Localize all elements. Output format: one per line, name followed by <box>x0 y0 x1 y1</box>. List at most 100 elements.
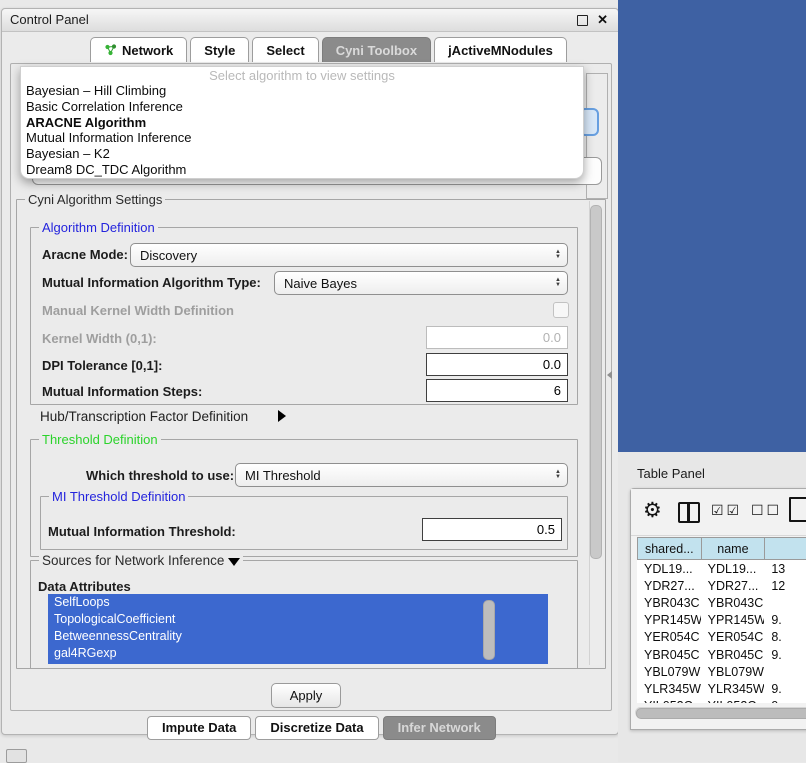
table-cell: YBR043C <box>701 594 765 611</box>
table-cell: 9. <box>764 612 806 629</box>
spinner-arrows-icon: ▲▼ <box>555 278 561 288</box>
aracne-mode-label: Aracne Mode: <box>42 247 128 262</box>
table-hscrollbar-thumb[interactable] <box>636 708 806 719</box>
table-cell: YIL052C <box>701 698 765 704</box>
collapse-down-icon <box>228 558 240 566</box>
mi-threshold-input[interactable]: 0.5 <box>422 518 562 541</box>
table-toolbar: ⚙ ☑☑ ☐☐ <box>631 489 806 536</box>
table-hscrollbar-track[interactable] <box>635 707 806 718</box>
manual-kernel-label: Manual Kernel Width Definition <box>42 303 234 318</box>
table-row[interactable]: YLR345WYLR345W9. <box>637 680 806 697</box>
mi-threshold-label: Mutual Information Threshold: <box>48 524 236 539</box>
tab-cyni-toolbox[interactable]: Cyni Toolbox <box>322 37 431 62</box>
bottom-tab-infer-network[interactable]: Infer Network <box>383 716 496 740</box>
algorithm-option[interactable]: Dream8 DC_TDC Algorithm <box>21 162 583 178</box>
aracne-mode-combobox[interactable]: Discovery ▲▼ <box>130 243 568 267</box>
dpi-tolerance-input[interactable]: 0.0 <box>426 353 568 376</box>
attribute-list-item[interactable]: TopologicalCoefficient <box>48 611 548 628</box>
control-panel-window: Control Panel ✕ NetworkStyleSelectCyni T… <box>1 8 619 735</box>
table-cell: YDR27... <box>701 577 765 594</box>
algorithm-option[interactable]: Bayesian – Hill Climbing <box>21 83 583 99</box>
tab-style[interactable]: Style <box>190 37 249 62</box>
table-cell: YBL079W <box>637 663 701 680</box>
control-panel-tabs: NetworkStyleSelect Cyni Toolbox jActiveMNo… <box>90 37 567 63</box>
which-threshold-label: Which threshold to use: <box>86 468 234 483</box>
close-icon[interactable]: ✕ <box>597 12 608 28</box>
column-header[interactable] <box>764 537 806 560</box>
deselect-all-checkboxes-icon[interactable]: ☐☐ <box>751 502 782 519</box>
table-cell <box>764 594 806 611</box>
spinner-arrows-icon: ▲▼ <box>555 250 561 260</box>
data-attributes-list[interactable]: SelfLoopsTopologicalCoefficientBetweenne… <box>48 594 548 664</box>
table-cell: YDL19... <box>637 560 701 577</box>
cyni-bottom-tabs: Impute DataDiscretize DataInfer Network <box>147 716 496 740</box>
select-all-checkboxes-icon[interactable]: ☑☑ <box>711 502 742 519</box>
table-cell: 9. <box>764 646 806 663</box>
table-cell: YBR043C <box>637 594 701 611</box>
mi-type-combobox[interactable]: Naive Bayes ▲▼ <box>274 271 568 295</box>
table-cell: YDL19... <box>701 560 765 577</box>
algorithm-option[interactable]: ARACNE Algorithm <box>21 115 583 131</box>
cytoscape-desktop: GAL80GAL10GAL1GAL11SWI4GAL4GCY1HAP4YHAP2… <box>618 0 806 452</box>
table-cell: YBR045C <box>701 646 765 663</box>
tab-select[interactable]: Select <box>252 37 318 62</box>
table-row[interactable]: YBL079WYBL079W <box>637 663 806 680</box>
screen: Control Panel ✕ NetworkStyleSelectCyni T… <box>0 0 806 762</box>
tab-network[interactable]: Network <box>90 37 187 62</box>
table-row[interactable]: YBR045CYBR045C9. <box>637 646 806 663</box>
table-cell: YDR27... <box>637 577 701 594</box>
export-table-icon[interactable] <box>789 497 806 522</box>
table-row[interactable]: YDL19...YDL19...13 <box>637 560 806 577</box>
which-threshold-combobox[interactable]: MI Threshold ▲▼ <box>235 463 568 487</box>
hub-definition-expander-label[interactable]: Hub/Transcription Factor Definition <box>40 409 248 424</box>
gear-icon[interactable]: ⚙ <box>643 498 662 523</box>
bottom-tab-discretize-data[interactable]: Discretize Data <box>255 716 378 740</box>
minimized-panel-icon[interactable] <box>6 749 27 763</box>
network-icon <box>104 43 117 59</box>
attribute-list-item[interactable]: SelfLoops <box>48 594 548 611</box>
tab-label: Cyni Toolbox <box>336 43 417 58</box>
mi-steps-input[interactable]: 6 <box>426 379 568 402</box>
float-window-icon[interactable] <box>577 15 588 26</box>
mi-threshold-definition-title: MI Threshold Definition <box>49 489 188 504</box>
bottom-tab-impute-data[interactable]: Impute Data <box>147 716 251 740</box>
table-header-row: shared...name <box>637 537 806 560</box>
mi-type-value: Naive Bayes <box>284 276 357 291</box>
table-cell: YER054C <box>701 629 765 646</box>
spinner-arrows-icon: ▲▼ <box>555 470 561 480</box>
manual-kernel-checkbox[interactable] <box>553 302 569 318</box>
which-threshold-value: MI Threshold <box>245 468 321 483</box>
split-pane-collapse-icon[interactable] <box>607 371 612 379</box>
sources-group-title[interactable]: Sources for Network Inference <box>39 553 243 568</box>
table-row[interactable]: YDR27...YDR27...12 <box>637 577 806 594</box>
algorithm-option[interactable]: Basic Correlation Inference <box>21 99 583 115</box>
table-cell: 9. <box>764 680 806 697</box>
mi-type-label: Mutual Information Algorithm Type: <box>42 275 261 290</box>
aracne-mode-value: Discovery <box>140 248 197 263</box>
node-table: shared...name YDL19...YDL19...13YDR27...… <box>637 537 806 703</box>
table-cell: YPR145W <box>701 612 765 629</box>
attributes-scrollbar-thumb[interactable] <box>483 600 495 660</box>
algorithm-option[interactable]: Bayesian – K2 <box>21 146 583 162</box>
table-cell: 12 <box>764 577 806 594</box>
table-row[interactable]: YIL052CYIL052C9 <box>637 698 806 704</box>
table-cell: YIL052C <box>637 698 701 704</box>
tab-label: jActiveMNodules <box>448 43 553 58</box>
apply-button[interactable]: Apply <box>271 683 341 708</box>
algorithm-option[interactable]: Mutual Information Inference <box>21 130 583 146</box>
dropdown-prompt: Select algorithm to view settings <box>21 67 583 83</box>
kernel-width-input[interactable]: 0.0 <box>426 326 568 349</box>
column-header[interactable]: shared... <box>637 537 701 560</box>
table-row[interactable]: YPR145WYPR145W9. <box>637 612 806 629</box>
column-header[interactable]: name <box>701 537 765 560</box>
table-cell: YLR345W <box>701 680 765 697</box>
expand-right-icon[interactable] <box>278 410 286 422</box>
table-row[interactable]: YBR043CYBR043C <box>637 594 806 611</box>
attribute-list-item[interactable]: gal4RGexp <box>48 645 548 662</box>
attribute-list-item[interactable]: BetweennessCentrality <box>48 628 548 645</box>
dpi-tolerance-label: DPI Tolerance [0,1]: <box>42 358 162 373</box>
settings-scrollbar-thumb[interactable] <box>590 205 602 559</box>
tab-jactivemnodules[interactable]: jActiveMNodules <box>434 37 567 62</box>
table-row[interactable]: YER054CYER054C8. <box>637 629 806 646</box>
columns-icon[interactable] <box>678 502 700 523</box>
